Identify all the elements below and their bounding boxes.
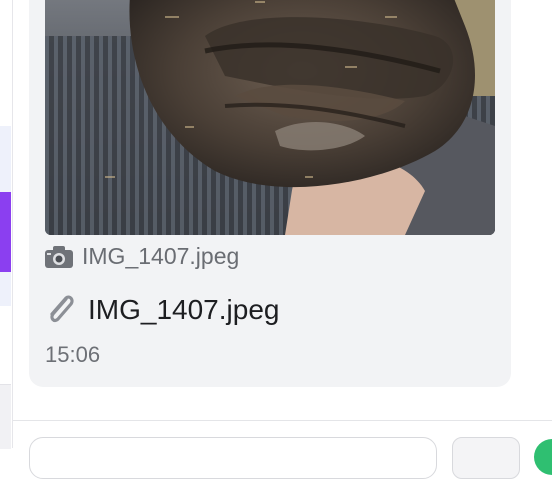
sidebar-item-active[interactable] (0, 192, 11, 272)
message-photo[interactable] (45, 0, 495, 235)
sidebar-item[interactable] (0, 126, 11, 192)
camera-icon (44, 245, 74, 269)
sidebar-item[interactable] (0, 384, 11, 449)
image-filename: IMG_1407.jpeg (82, 243, 240, 269)
message-timestamp: 15:06 (45, 342, 101, 367)
message-input[interactable] (29, 437, 437, 479)
attach-button[interactable] (452, 437, 520, 479)
sidebar-item[interactable] (0, 272, 11, 306)
chat-pane: IMG_1407.jpeg IMG_1407.jpeg 15:06 (13, 0, 552, 479)
attachment-filename[interactable]: IMG_1407.jpeg (88, 294, 279, 326)
image-caption: IMG_1407.jpeg (44, 243, 239, 270)
hoof-photo (45, 0, 495, 235)
composer-divider (13, 420, 552, 421)
sidebar-edge (0, 0, 13, 449)
attachment-link[interactable]: IMG_1407.jpeg (44, 292, 279, 328)
paperclip-icon (44, 292, 78, 328)
message-bubble: IMG_1407.jpeg IMG_1407.jpeg 15:06 (29, 0, 511, 387)
send-button[interactable] (534, 439, 552, 475)
